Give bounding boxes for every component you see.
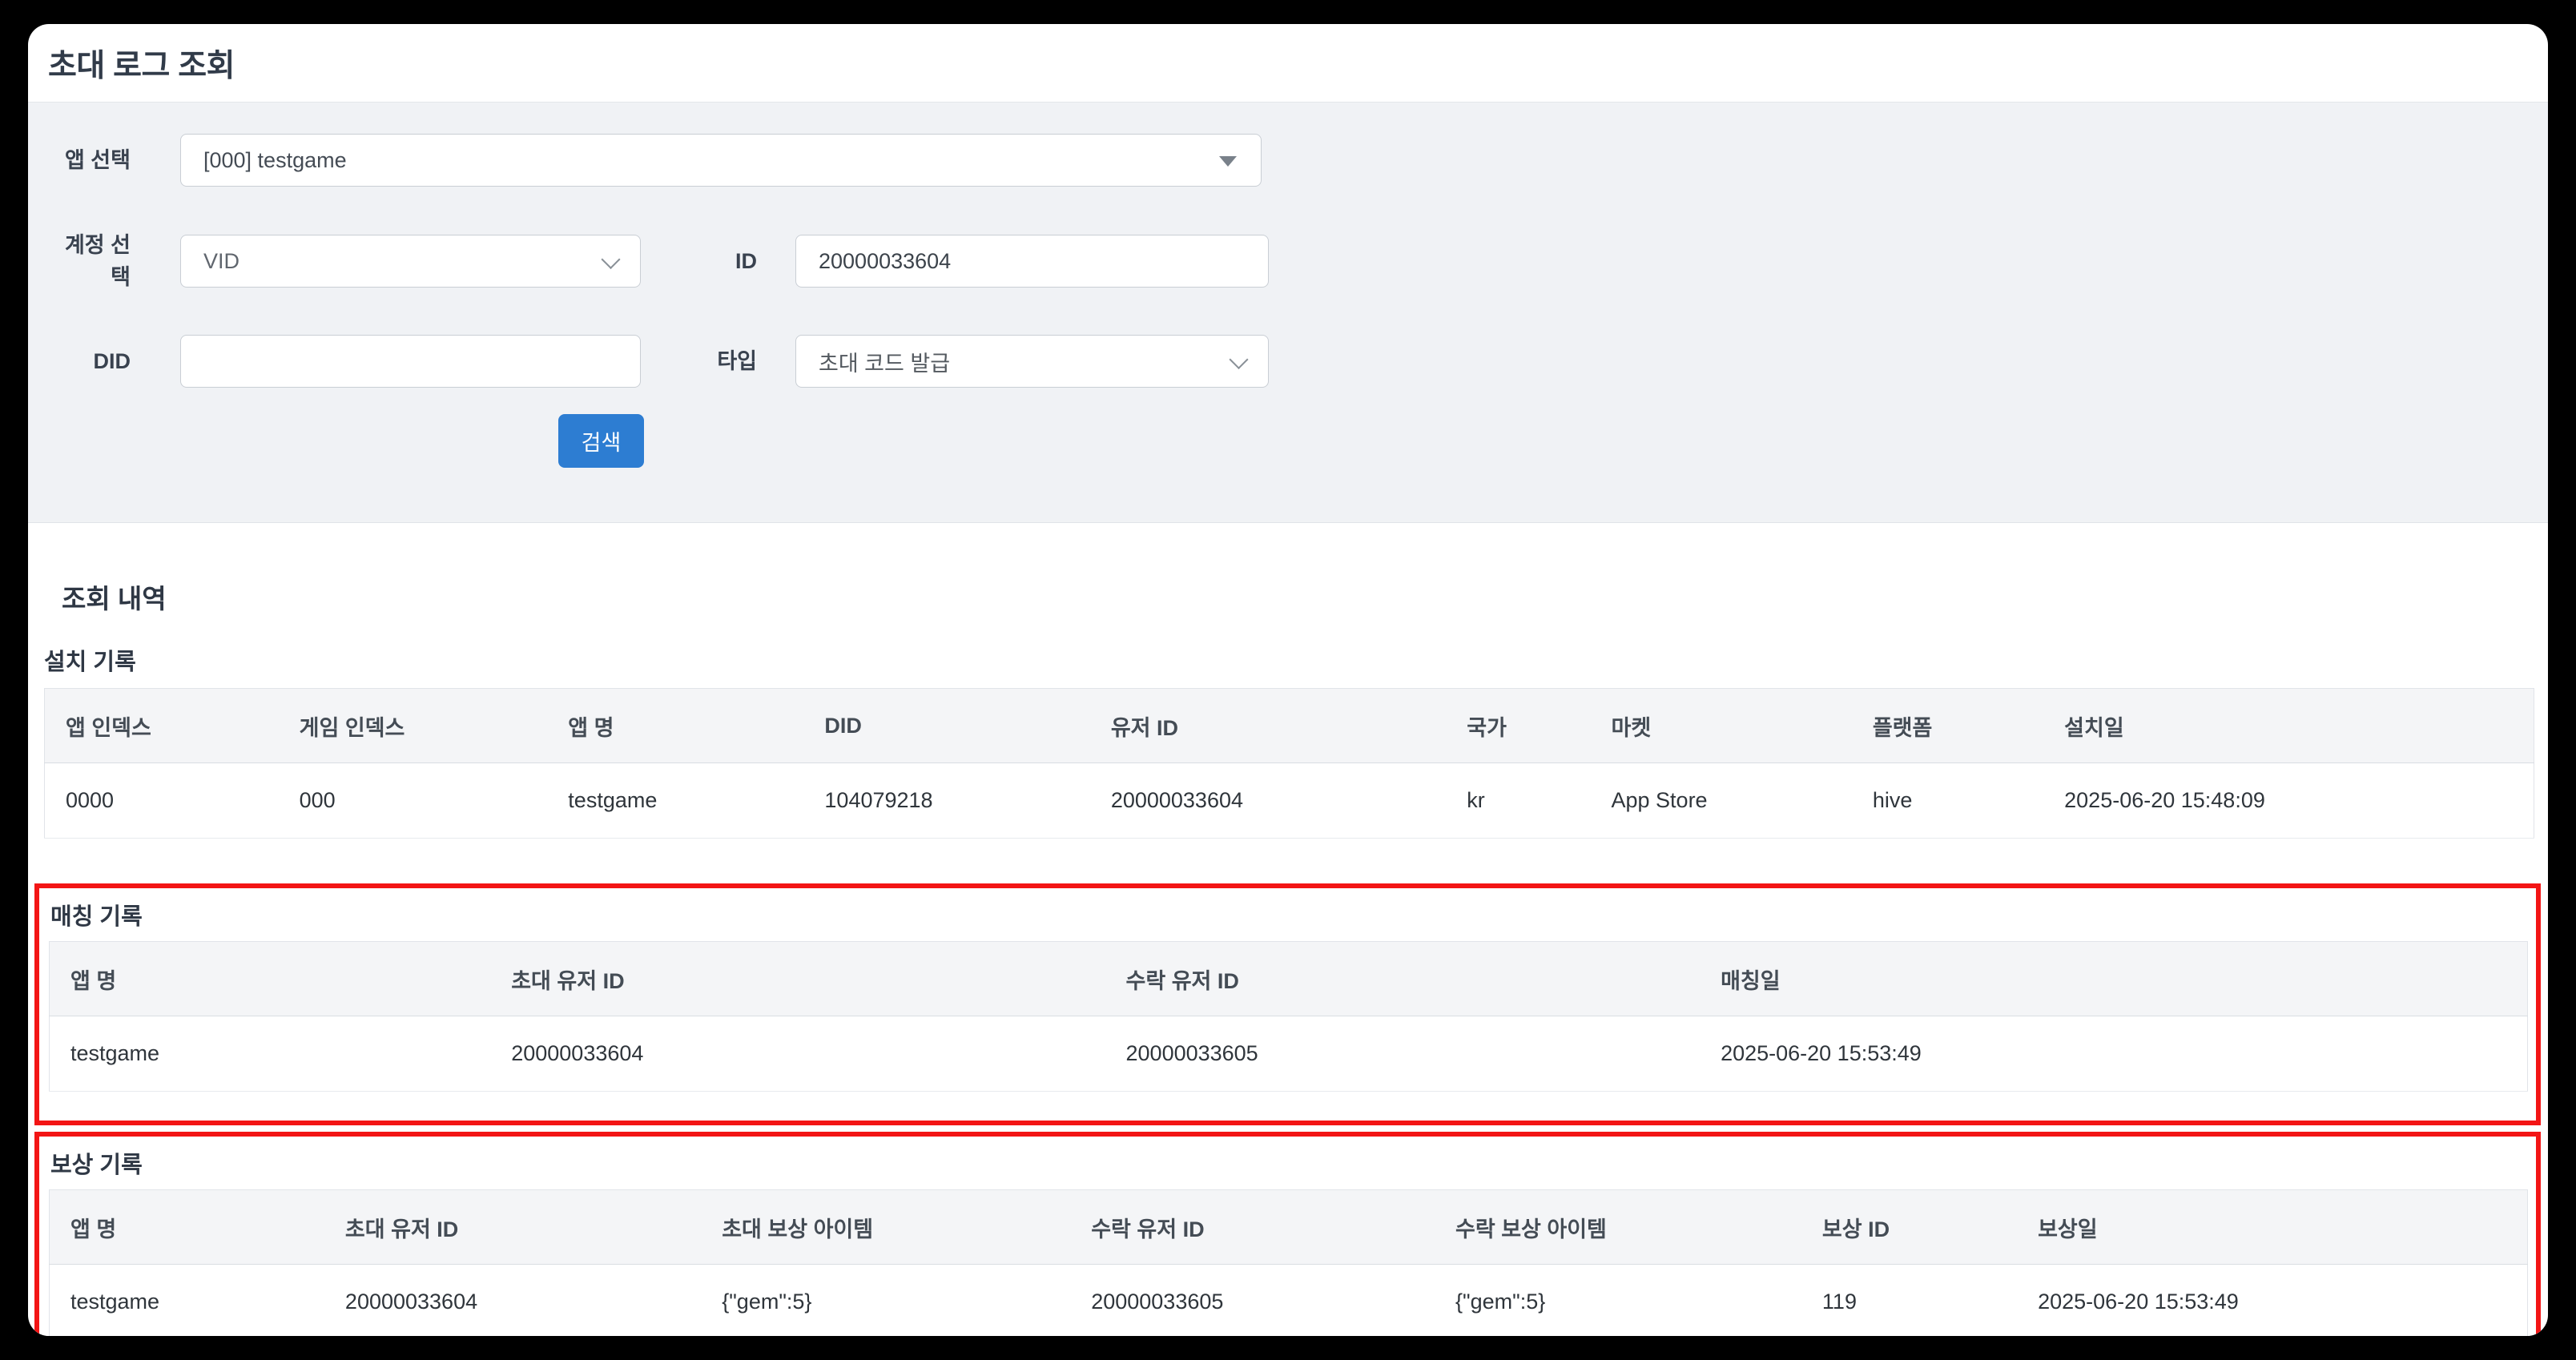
- did-label: DID: [63, 335, 131, 388]
- column-header: 플랫폼: [1852, 689, 2043, 763]
- chevron-down-icon: [1229, 350, 1248, 369]
- column-header: 유저 ID: [1090, 689, 1446, 763]
- table-cell: 2025-06-20 15:48:09: [2043, 763, 2534, 839]
- app-select[interactable]: [000] testgame: [180, 134, 1262, 187]
- column-header: 초대 유저 ID: [490, 942, 1105, 1016]
- column-header: 매칭일: [1700, 942, 2527, 1016]
- table-cell: 2025-06-20 15:53:49: [1700, 1016, 2527, 1092]
- caret-down-icon: [1219, 156, 1237, 167]
- table-cell: 20000033604: [324, 1265, 701, 1337]
- table-cell: 119: [1801, 1265, 2017, 1337]
- panel-header: 초대 로그 조회: [28, 24, 2548, 102]
- type-select[interactable]: 초대 코드 발급: [795, 335, 1269, 388]
- table-cell: testgame: [547, 763, 803, 839]
- install-records-title: 설치 기록: [44, 643, 2534, 677]
- table-cell: 2025-06-20 15:53:49: [2017, 1265, 2527, 1337]
- results-title: 조회 내역: [62, 577, 2534, 616]
- page-title: 초대 로그 조회: [48, 41, 235, 86]
- column-header: 초대 유저 ID: [324, 1190, 701, 1265]
- search-form: 앱 선택 [000] testgame 계정 선택 VID ID DID 타입 …: [28, 102, 2548, 523]
- results-section: 조회 내역 설치 기록 앱 인덱스게임 인덱스앱 명DID유저 ID국가마켓플랫…: [28, 577, 2548, 1336]
- table-cell: 104079218: [803, 763, 1089, 839]
- column-header: 보상일: [2017, 1190, 2527, 1265]
- header-row: 앱 인덱스게임 인덱스앱 명DID유저 ID국가마켓플랫폼설치일: [45, 689, 2534, 763]
- table-cell: 20000033604: [1090, 763, 1446, 839]
- matching-records-title: 매칭 기록: [50, 898, 2528, 931]
- reward-records-highlight: 보상 기록 앱 명초대 유저 ID초대 보상 아이템수락 유저 ID수락 보상 …: [34, 1132, 2541, 1336]
- type-label: 타입: [690, 335, 757, 388]
- did-input[interactable]: [180, 335, 641, 388]
- header-row: 앱 명초대 유저 ID초대 보상 아이템수락 유저 ID수락 보상 아이템보상 …: [50, 1190, 2528, 1265]
- column-header: 게임 인덱스: [279, 689, 548, 763]
- column-header: 앱 명: [50, 942, 491, 1016]
- type-select-value: 초대 코드 발급: [819, 346, 950, 377]
- table-row: testgame20000033604{"gem":5}20000033605{…: [50, 1265, 2528, 1337]
- app-select-label: 앱 선택: [63, 134, 131, 187]
- column-header: 앱 명: [50, 1190, 324, 1265]
- table-cell: 0000: [45, 763, 279, 839]
- column-header: 마켓: [1591, 689, 1852, 763]
- column-header: 수락 유저 ID: [1070, 1190, 1435, 1265]
- chevron-down-icon: [601, 250, 620, 269]
- app-select-value: [000] testgame: [203, 148, 347, 173]
- column-header: 앱 명: [547, 689, 803, 763]
- matching-records-table: 앱 명초대 유저 ID수락 유저 ID매칭일testgame2000003360…: [49, 941, 2528, 1092]
- column-header: 수락 보상 아이템: [1435, 1190, 1801, 1265]
- column-header: 수락 유저 ID: [1105, 942, 1701, 1016]
- table-cell: testgame: [50, 1016, 491, 1092]
- table-cell: testgame: [50, 1265, 324, 1337]
- column-header: 초대 보상 아이템: [701, 1190, 1070, 1265]
- install-records-table: 앱 인덱스게임 인덱스앱 명DID유저 ID국가마켓플랫폼설치일0000000t…: [44, 688, 2534, 839]
- account-type-select[interactable]: VID: [180, 235, 641, 288]
- reward-records-title: 보상 기록: [50, 1146, 2528, 1180]
- id-input[interactable]: [795, 235, 1269, 288]
- account-type-select-value: VID: [203, 249, 239, 274]
- column-header: DID: [803, 689, 1089, 763]
- id-label: ID: [690, 235, 757, 288]
- reward-records-table: 앱 명초대 유저 ID초대 보상 아이템수락 유저 ID수락 보상 아이템보상 …: [49, 1189, 2528, 1336]
- column-header: 국가: [1446, 689, 1590, 763]
- table-cell: {"gem":5}: [1435, 1265, 1801, 1337]
- header-row: 앱 명초대 유저 ID수락 유저 ID매칭일: [50, 942, 2528, 1016]
- column-header: 설치일: [2043, 689, 2534, 763]
- table-cell: 20000033605: [1105, 1016, 1701, 1092]
- table-cell: App Store: [1591, 763, 1852, 839]
- matching-records-highlight: 매칭 기록 앱 명초대 유저 ID수락 유저 ID매칭일testgame2000…: [34, 883, 2541, 1125]
- invite-log-panel: 초대 로그 조회 앱 선택 [000] testgame 계정 선택 VID I…: [28, 24, 2548, 1336]
- column-header: 앱 인덱스: [45, 689, 279, 763]
- table-row: testgame20000033604200000336052025-06-20…: [50, 1016, 2528, 1092]
- account-select-label: 계정 선택: [63, 235, 131, 288]
- search-button[interactable]: 검색: [558, 414, 644, 468]
- table-cell: kr: [1446, 763, 1590, 839]
- table-row: 0000000testgame10407921820000033604krApp…: [45, 763, 2534, 839]
- table-cell: hive: [1852, 763, 2043, 839]
- table-cell: 000: [279, 763, 548, 839]
- column-header: 보상 ID: [1801, 1190, 2017, 1265]
- table-cell: 20000033605: [1070, 1265, 1435, 1337]
- table-cell: 20000033604: [490, 1016, 1105, 1092]
- table-cell: {"gem":5}: [701, 1265, 1070, 1337]
